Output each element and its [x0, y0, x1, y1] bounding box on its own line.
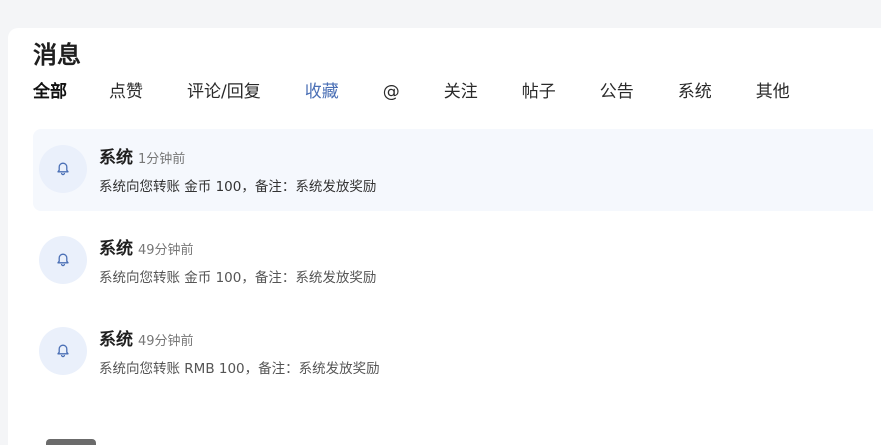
message-header: 系统 1分钟前 [99, 143, 185, 168]
message-time: 49分钟前 [138, 334, 194, 349]
page-title: 消息 [33, 41, 81, 69]
tab-posts[interactable]: 帖子 [522, 78, 556, 106]
message-sender[interactable]: 系统 [99, 143, 133, 168]
message-item[interactable]: 系统 49分钟前 系统向您转账 金币 100，备注：系统发放奖励 [33, 220, 873, 302]
message-sender[interactable]: 系统 [99, 325, 133, 350]
tab-system[interactable]: 系统 [678, 78, 712, 106]
tab-other[interactable]: 其他 [756, 78, 790, 106]
tab-favorites[interactable]: 收藏 [305, 78, 339, 106]
tab-all[interactable]: 全部 [33, 78, 67, 106]
tab-announcements[interactable]: 公告 [600, 78, 634, 106]
tab-mentions[interactable]: @ [383, 78, 400, 106]
system-avatar [39, 327, 87, 375]
bell-icon [57, 162, 69, 176]
message-time: 1分钟前 [138, 152, 186, 167]
message-header: 系统 49分钟前 [99, 325, 194, 350]
tab-likes[interactable]: 点赞 [109, 78, 143, 106]
message-body: 系统向您转账 金币 100，备注：系统发放奖励 [99, 179, 377, 195]
message-body: 系统向您转账 金币 100，备注：系统发放奖励 [99, 270, 377, 286]
next-item-thumbnail [46, 439, 96, 445]
tab-follows[interactable]: 关注 [444, 78, 478, 106]
message-item[interactable]: 系统 1分钟前 系统向您转账 金币 100，备注：系统发放奖励 [33, 129, 873, 211]
message-time: 49分钟前 [138, 243, 194, 258]
message-header: 系统 49分钟前 [99, 234, 194, 259]
bell-icon [57, 344, 69, 358]
message-list: 系统 1分钟前 系统向您转账 金币 100，备注：系统发放奖励 系统 49分钟前… [33, 129, 873, 402]
message-item[interactable]: 系统 49分钟前 系统向您转账 RMB 100，备注：系统发放奖励 [33, 311, 873, 393]
message-body: 系统向您转账 RMB 100，备注：系统发放奖励 [99, 361, 380, 377]
message-tabs: 全部 点赞 评论/回复 收藏 @ 关注 帖子 公告 系统 其他 [33, 78, 790, 106]
system-avatar [39, 236, 87, 284]
tab-comments-replies[interactable]: 评论/回复 [187, 78, 261, 106]
system-avatar [39, 145, 87, 193]
message-sender[interactable]: 系统 [99, 234, 133, 259]
top-strip [0, 0, 881, 28]
bell-icon [57, 253, 69, 267]
